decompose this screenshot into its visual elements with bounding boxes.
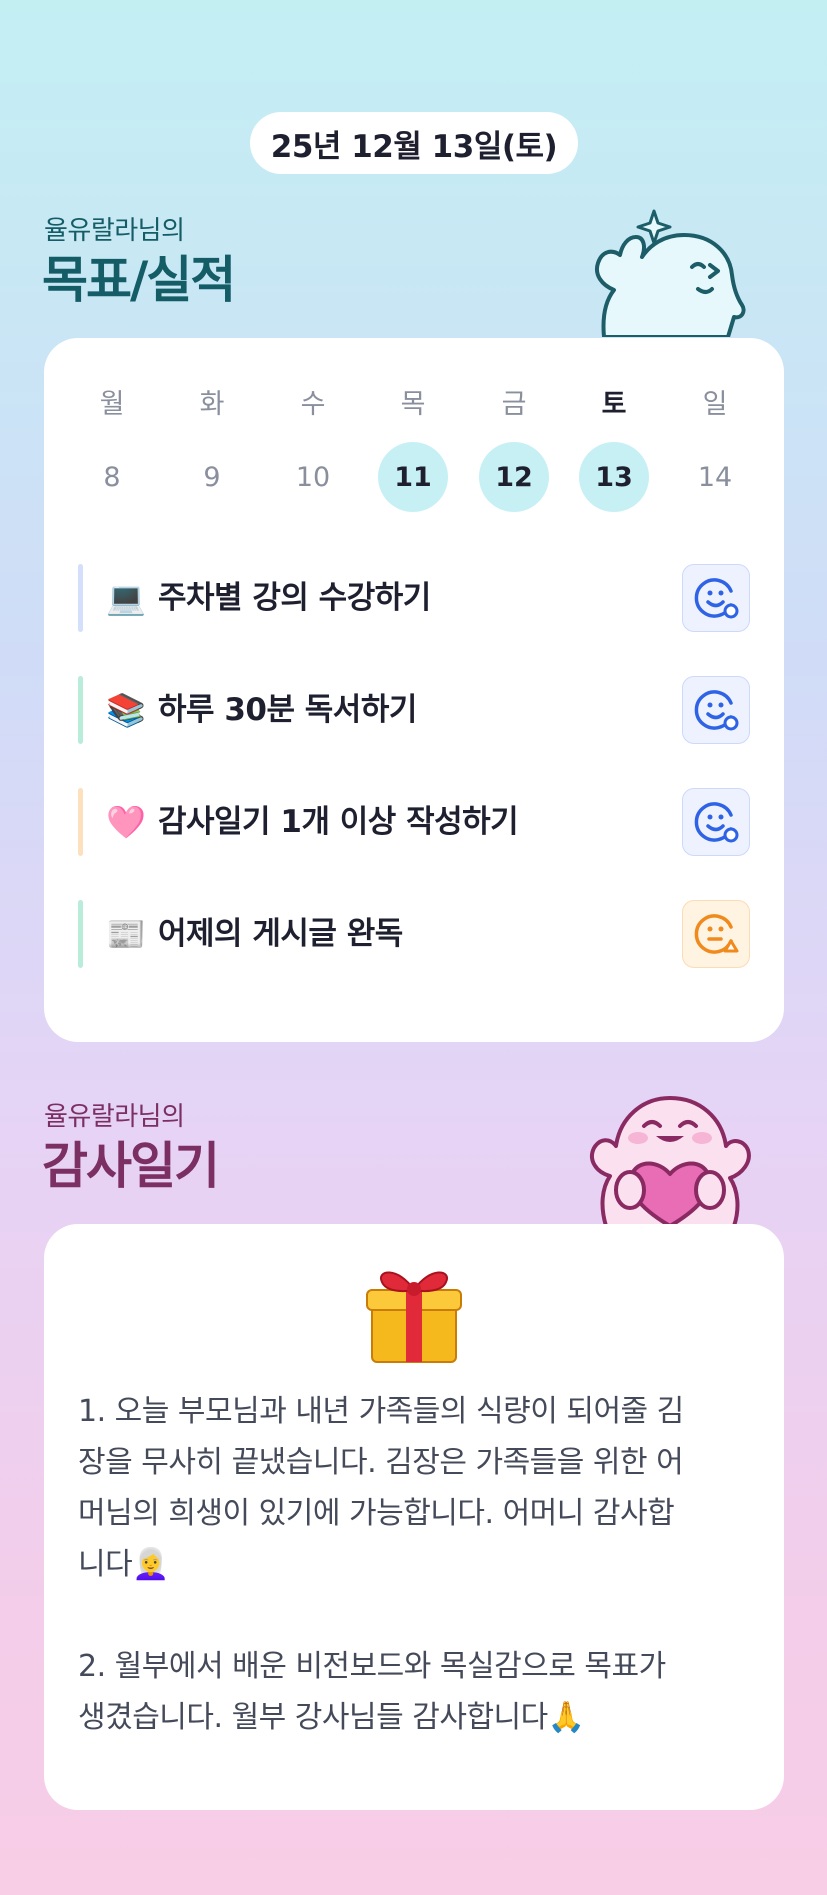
weekday-tue: 화: [199, 388, 225, 420]
weekday-sat: 토: [601, 388, 627, 420]
pink-heart-icon: 🩷: [106, 803, 146, 841]
calendar-dates: 8 9 10 11 12 13 14: [44, 442, 784, 512]
date-cell[interactable]: 8: [77, 442, 147, 512]
goal-text: 감사일기 1개 이상 작성하기: [158, 804, 519, 840]
goal-item[interactable]: 📰 어제의 게시글 완독: [78, 900, 750, 968]
goal-item[interactable]: 💻 주차별 강의 수강하기: [78, 564, 750, 632]
goal-text: 주차별 강의 수강하기: [158, 580, 431, 616]
diary-line: 생겼습니다. 월부 강사님들 감사합니다🙏: [78, 1700, 585, 1735]
goal-text: 어제의 게시글 완독: [158, 916, 403, 952]
books-icon: 📚: [106, 691, 146, 729]
date-cell[interactable]: 10: [278, 442, 348, 512]
date-cell-highlighted[interactable]: 11: [378, 442, 448, 512]
weekday-wed: 수: [300, 388, 326, 420]
diary-line: 머님의 희생이 있기에 가능합니다. 어머니 감사합: [78, 1496, 675, 1531]
gratitude-card: 1. 오늘 부모님과 내년 가족들의 식량이 되어줄 김 장을 무사히 끝냈습니…: [44, 1224, 784, 1810]
goal-color-bar: [78, 676, 83, 744]
diary-entry: 1. 오늘 부모님과 내년 가족들의 식량이 되어줄 김 장을 무사히 끝냈습니…: [78, 1386, 758, 1743]
gratitude-section-title: 감사일기: [42, 1137, 220, 1195]
date-cell-highlighted[interactable]: 12: [479, 442, 549, 512]
goal-item[interactable]: 🩷 감사일기 1개 이상 작성하기: [78, 788, 750, 856]
diary-line: 1. 오늘 부모님과 내년 가족들의 식량이 되어줄 김: [78, 1394, 684, 1429]
date-cell-selected[interactable]: 13: [579, 442, 649, 512]
diary-line: 장을 무사히 끝냈습니다. 김장은 가족들을 위한 어: [78, 1445, 684, 1480]
goal-status-button[interactable]: [682, 788, 750, 856]
weekday-thu: 목: [400, 388, 426, 420]
goal-text: 하루 30분 독서하기: [158, 692, 417, 728]
partial-face-icon: [694, 914, 739, 954]
done-smile-icon: [694, 690, 739, 731]
goal-color-bar: [78, 564, 83, 632]
goal-status-button[interactable]: [682, 564, 750, 632]
date-label: 25년 12월 13일(토): [270, 128, 558, 165]
date-pill: 25년 12월 13일(토): [250, 112, 578, 174]
mascot-heart-icon: [590, 1096, 751, 1226]
newspaper-icon: 📰: [106, 915, 146, 953]
date-cell[interactable]: 14: [680, 442, 750, 512]
goal-item[interactable]: 📚 하루 30분 독서하기: [78, 676, 750, 744]
diary-line: 2. 월부에서 배운 비전보드와 목실감으로 목표가: [78, 1649, 666, 1684]
weekday-sun: 일: [702, 388, 728, 420]
mascot-thumbsup-icon: [595, 209, 746, 337]
goals-card: 월 화 수 목 금 토 일 8 9 10 11 12 13 14 💻 주차별 강…: [44, 338, 784, 1042]
done-smile-icon: [694, 802, 739, 843]
laptop-icon: 💻: [106, 579, 146, 617]
goal-status-button[interactable]: [682, 900, 750, 968]
weekday-mon: 월: [99, 388, 125, 420]
goal-color-bar: [78, 788, 83, 856]
goals-section-title: 목표/실적: [42, 251, 236, 309]
calendar-weekdays: 월 화 수 목 금 토 일: [44, 366, 784, 436]
gift-icon: [366, 1271, 462, 1363]
goal-status-button[interactable]: [682, 676, 750, 744]
date-cell[interactable]: 9: [177, 442, 247, 512]
done-smile-icon: [694, 578, 739, 619]
goal-color-bar: [78, 900, 83, 968]
diary-line: 니다👩‍🦳: [78, 1547, 170, 1582]
weekday-fri: 금: [501, 388, 527, 420]
